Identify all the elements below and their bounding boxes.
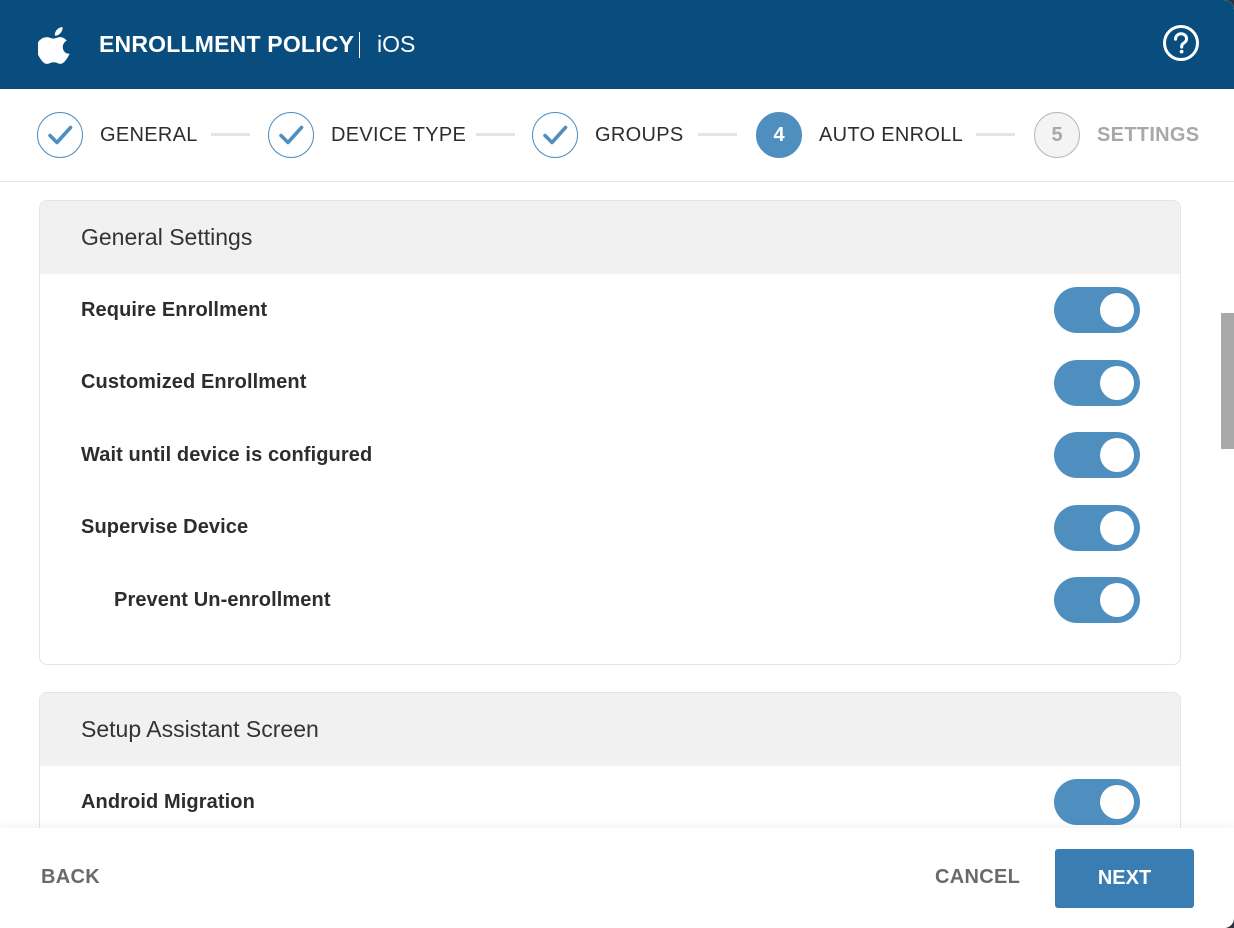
apple-icon — [38, 27, 70, 64]
step-general[interactable]: GENERAL — [37, 111, 198, 159]
step-completed-badge — [532, 112, 578, 158]
platform-label: iOS — [377, 31, 416, 57]
step-completed-badge — [37, 112, 83, 158]
checkmark-icon — [279, 125, 304, 145]
toggle-knob — [1100, 365, 1134, 400]
step-device-type[interactable]: DEVICE TYPE — [268, 111, 466, 159]
setting-row-android-migration: Android Migration — [40, 766, 1180, 828]
step-settings[interactable]: 5 SETTINGS — [1034, 111, 1199, 159]
step-number-badge: 5 — [1034, 112, 1080, 158]
step-completed-badge — [268, 112, 314, 158]
dialog-title: ENROLLMENT POLICY — [99, 31, 355, 57]
android-migration-toggle[interactable] — [1054, 779, 1140, 826]
setting-row-supervise-device: Supervise Device — [40, 492, 1180, 565]
toggle-knob — [1100, 293, 1134, 328]
step-groups[interactable]: GROUPS — [532, 111, 683, 159]
step-label: GENERAL — [100, 123, 198, 146]
step-label: SETTINGS — [1097, 123, 1200, 146]
setting-label: Prevent Un-enrollment — [114, 588, 331, 611]
section-title: Setup Assistant Screen — [40, 693, 1180, 766]
step-label: AUTO ENROLL — [819, 123, 964, 146]
step-connector — [476, 133, 515, 136]
cancel-button[interactable]: CANCEL — [935, 866, 1020, 889]
general-settings-card: General Settings Require Enrollment Cust… — [39, 200, 1181, 665]
dialog-footer: BACK CANCEL NEXT — [0, 828, 1234, 928]
setting-row-require-enrollment: Require Enrollment — [40, 274, 1180, 347]
dialog-header: ENROLLMENT POLICY iOS — [0, 0, 1234, 89]
supervise-device-toggle[interactable] — [1054, 504, 1140, 551]
checkmark-icon — [48, 125, 73, 145]
help-circle-icon[interactable] — [1162, 24, 1200, 62]
toggle-knob — [1100, 510, 1134, 545]
toggle-knob — [1100, 438, 1134, 473]
step-connector — [976, 133, 1015, 136]
enrollment-policy-dialog: ENROLLMENT POLICY iOS GENERAL DEVICE TYP… — [0, 0, 1234, 928]
toggle-knob — [1100, 583, 1134, 618]
content-scroll-area[interactable]: General Settings Require Enrollment Cust… — [0, 182, 1234, 828]
customized-enrollment-toggle[interactable] — [1054, 359, 1140, 406]
step-auto-enroll[interactable]: 4 AUTO ENROLL — [756, 111, 963, 159]
toggle-knob — [1100, 785, 1134, 820]
section-title: General Settings — [40, 201, 1180, 274]
scrollbar-track[interactable] — [1221, 182, 1234, 828]
setting-label: Require Enrollment — [81, 298, 268, 321]
setting-row-prevent-unenrollment: Prevent Un-enrollment — [40, 564, 1180, 637]
back-button[interactable]: BACK — [41, 866, 100, 889]
setting-label: Android Migration — [81, 790, 255, 813]
prevent-unenrollment-toggle[interactable] — [1054, 577, 1140, 624]
setting-label: Wait until device is configured — [81, 443, 373, 466]
step-connector — [211, 133, 250, 136]
wait-until-configured-toggle[interactable] — [1054, 432, 1140, 479]
step-label: DEVICE TYPE — [331, 123, 467, 146]
wizard-stepper: GENERAL DEVICE TYPE GROUPS 4 AUTO ENROLL… — [0, 89, 1234, 182]
header-divider — [359, 32, 360, 58]
next-button[interactable]: NEXT — [1055, 849, 1194, 908]
setting-row-customized-enrollment: Customized Enrollment — [40, 347, 1180, 420]
step-number-badge: 4 — [756, 112, 802, 158]
setting-label: Customized Enrollment — [81, 371, 307, 394]
step-connector — [698, 133, 737, 136]
require-enrollment-toggle[interactable] — [1054, 287, 1140, 334]
setting-row-wait-until-configured: Wait until device is configured — [40, 419, 1180, 492]
scrollbar-thumb[interactable] — [1221, 313, 1234, 449]
step-label: GROUPS — [595, 123, 684, 146]
setup-assistant-card: Setup Assistant Screen Android Migration — [39, 692, 1181, 828]
checkmark-icon — [543, 125, 568, 145]
setting-label: Supervise Device — [81, 516, 249, 539]
